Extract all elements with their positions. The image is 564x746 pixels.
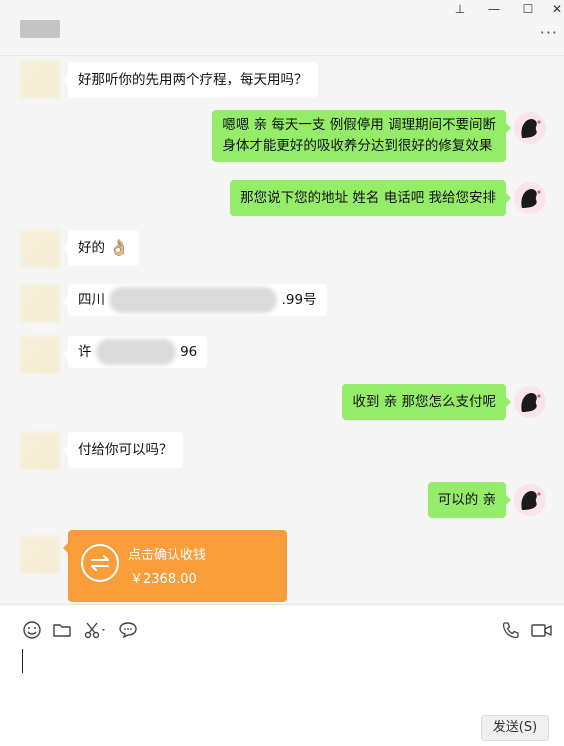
message-bubble-sent[interactable]: 可以的 亲	[427, 482, 512, 518]
message-bubble-sent[interactable]: 嗯嗯 亲 每天一支 例假停用 调理期间不要间断 身体才能更好的吸收养分达到很好的…	[212, 110, 511, 162]
redacted-name-phone	[95, 339, 176, 365]
message-bubble-received[interactable]: 付给你可以吗？	[63, 432, 183, 468]
self-avatar[interactable]	[514, 386, 546, 418]
contact-avatar[interactable]	[20, 336, 60, 374]
message-bubble-received[interactable]: 四川 .99号	[63, 284, 327, 316]
message-bubble-received[interactable]: 好那听你的先用两个疗程，每天用吗？	[63, 62, 318, 98]
folder-icon[interactable]	[51, 619, 73, 641]
contact-avatar[interactable]	[20, 284, 60, 322]
self-avatar[interactable]	[514, 112, 546, 144]
self-avatar[interactable]	[514, 182, 546, 214]
name-prefix: 许	[78, 344, 92, 360]
message-bubble-received[interactable]: 许 96	[62, 336, 208, 368]
contact-avatar[interactable]	[20, 230, 60, 268]
more-options-button[interactable]: ···	[540, 25, 558, 41]
emoji-icon[interactable]	[21, 619, 43, 641]
scissors-icon[interactable]	[82, 619, 110, 641]
address-suffix: .99号	[281, 292, 317, 308]
send-button[interactable]: 发送(S)	[481, 715, 549, 741]
message-line: 身体才能更好的吸收养分达到很好的修复效果	[222, 138, 493, 154]
message-bubble-sent[interactable]: 那您说下您的地址 姓名 电话吧 我给您安排	[230, 180, 511, 216]
text-input-caret[interactable]	[22, 649, 23, 673]
silhouette-avatar-icon	[514, 386, 546, 418]
ok-hand-emoji-icon: 👌🏼	[109, 238, 130, 257]
phone-suffix: 96	[180, 344, 198, 360]
title-bar: ⊥ — ☐ ✕ ···	[0, 0, 564, 56]
minimize-button[interactable]: —	[477, 0, 511, 18]
message-line: 嗯嗯 亲 每天一支 例假停用 调理期间不要间断	[222, 117, 496, 133]
message-text: 好的	[78, 240, 105, 256]
redacted-address	[109, 287, 278, 313]
chat-history[interactable]: 好那听你的先用两个疗程，每天用吗？ 嗯嗯 亲 每天一支 例假停用 调理期间不要间…	[0, 56, 564, 604]
close-button[interactable]: ✕	[540, 0, 564, 18]
money-transfer-card[interactable]: 点击确认收钱 ￥2368.00	[63, 530, 287, 602]
transfer-amount: ￥2368.00	[130, 572, 197, 587]
phone-icon[interactable]	[500, 619, 522, 641]
contact-avatar[interactable]	[20, 60, 60, 98]
contact-avatar[interactable]	[20, 536, 60, 574]
address-prefix: 四川	[78, 292, 105, 308]
silhouette-avatar-icon	[514, 182, 546, 214]
message-bubble-sent[interactable]: 收到 亲 那您怎么支付呢	[342, 384, 511, 420]
self-avatar[interactable]	[514, 484, 546, 516]
contact-name-redacted	[20, 20, 60, 38]
silhouette-avatar-icon	[514, 484, 546, 516]
message-bubble-received[interactable]: 好的 👌🏼	[62, 230, 140, 266]
contact-avatar[interactable]	[20, 432, 60, 470]
message-composer: 发送(S)	[0, 604, 564, 746]
chat-bubble-icon[interactable]	[117, 619, 139, 641]
pin-button[interactable]: ⊥	[443, 0, 477, 18]
transfer-title: 点击确认收钱	[128, 548, 207, 563]
transfer-icon	[81, 544, 119, 582]
silhouette-avatar-icon	[514, 112, 546, 144]
video-icon[interactable]	[530, 619, 554, 641]
